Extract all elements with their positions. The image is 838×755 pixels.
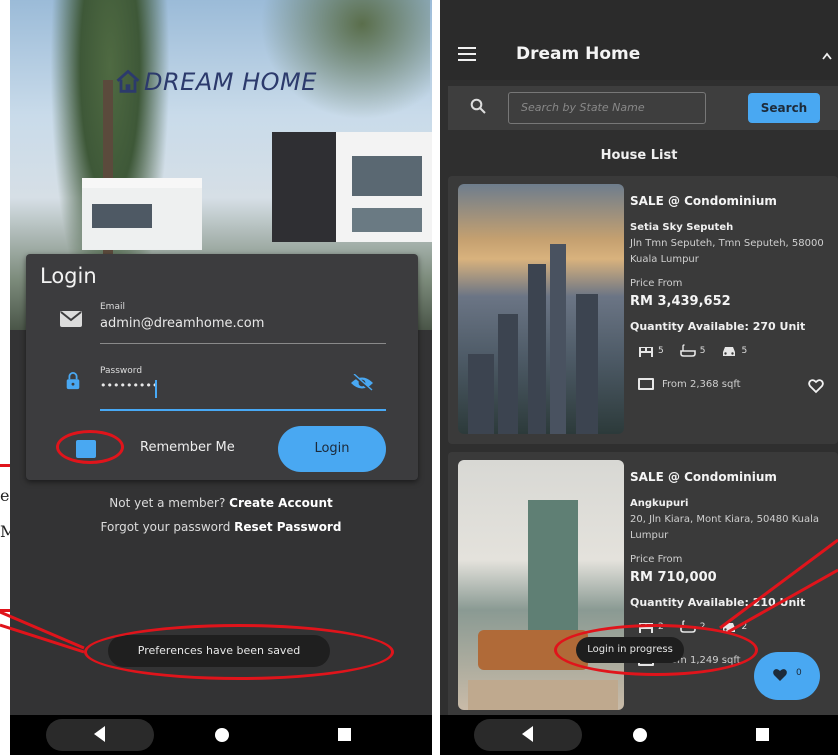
mail-icon <box>60 311 82 327</box>
car-icon <box>723 347 736 356</box>
app-title: Dream Home <box>516 44 641 64</box>
recents-icon[interactable] <box>338 728 351 741</box>
chevron-up-icon[interactable] <box>822 52 832 60</box>
signup-prompt-text: Not yet a member? <box>109 496 226 510</box>
home-icon <box>116 69 140 93</box>
price-label: Price From <box>630 554 683 565</box>
listing-quantity: Quantity Available: 210 Unit <box>630 596 806 609</box>
brand-logo: DREAM HOME <box>114 68 317 96</box>
menu-icon[interactable] <box>458 47 476 61</box>
home-nav-icon[interactable] <box>215 728 229 742</box>
annotation-ellipse-toast-right <box>554 624 758 676</box>
listing-title: SALE @ Condominium <box>630 470 777 484</box>
favorite-outline-icon[interactable] <box>808 378 824 394</box>
listing-address: 20, Jln Kiara, Mont Kiara, 50480 Kuala L… <box>630 514 820 541</box>
reset-prompt-text: Forgot your password <box>100 520 231 534</box>
listing-photo <box>458 184 624 434</box>
bedroom-count: 5 <box>658 346 664 356</box>
favorites-count: 0 <box>796 668 802 678</box>
listing-photo <box>458 460 624 710</box>
login-button[interactable]: Login <box>278 426 386 472</box>
listing-name: Setia Sky Seputeh <box>630 222 734 233</box>
recents-icon[interactable] <box>756 728 769 741</box>
bathroom-count: 5 <box>699 346 706 356</box>
password-underline <box>100 409 386 411</box>
remember-me-label: Remember Me <box>140 440 235 455</box>
listing-price: RM 3,439,652 <box>630 294 731 309</box>
favorites-fab[interactable]: 0 <box>754 652 820 700</box>
price-label: Price From <box>630 278 683 289</box>
bed-icon <box>639 347 653 357</box>
app-bar: Dream Home <box>440 0 838 80</box>
lock-icon <box>66 372 80 390</box>
search-bar: Search by State Name Search <box>448 86 838 130</box>
reset-password-link[interactable]: Reset Password <box>234 520 341 534</box>
listing-name: Angkupuri <box>630 498 689 509</box>
parking-count: 2 <box>741 622 748 632</box>
password-label: Password <box>100 366 143 376</box>
create-account-link[interactable]: Create Account <box>229 496 333 510</box>
system-nav-bar <box>440 715 838 755</box>
area-icon <box>638 378 654 390</box>
annotation-ellipse-checkbox <box>56 430 124 464</box>
home-nav-icon[interactable] <box>633 728 647 742</box>
listing-address: Jln Tmn Seputeh, Tmn Seputeh, 58000 Kual… <box>630 238 824 265</box>
system-nav-bar <box>10 715 432 755</box>
search-button[interactable]: Search <box>748 93 820 123</box>
signup-prompt: Not yet a member? Create Account <box>10 496 432 510</box>
listing-card[interactable]: SALE @ Condominium Setia Sky Seputeh Jln… <box>448 176 838 444</box>
back-icon[interactable] <box>522 726 533 742</box>
reset-prompt: Forgot your password Reset Password <box>10 520 432 534</box>
listing-title: SALE @ Condominium <box>630 194 777 208</box>
area-row: From 2,368 sqft <box>638 378 741 390</box>
email-field[interactable]: admin@dreamhome.com <box>100 316 264 331</box>
email-underline <box>100 343 386 344</box>
annotation-ellipse-toast-left <box>84 624 394 680</box>
search-icon <box>470 98 486 114</box>
listing-quantity: Quantity Available: 270 Unit <box>630 320 806 333</box>
section-title: House List <box>600 148 678 163</box>
heart-icon <box>773 669 787 681</box>
password-field[interactable]: ••••••••• <box>100 379 158 392</box>
email-label: Email <box>100 302 125 312</box>
listing-area: From 2,368 sqft <box>662 378 741 390</box>
listing-price: RM 710,000 <box>630 570 717 585</box>
login-title: Login <box>40 264 97 288</box>
brand-name: DREAM HOME <box>144 68 317 96</box>
search-input[interactable]: Search by State Name <box>508 92 706 124</box>
amenities-row: 5 5 5 <box>638 344 747 358</box>
back-icon[interactable] <box>94 726 105 742</box>
eye-off-icon[interactable] <box>350 374 374 392</box>
text-caret <box>155 380 157 398</box>
parking-count: 5 <box>741 346 748 356</box>
bathtub-icon <box>679 344 696 357</box>
